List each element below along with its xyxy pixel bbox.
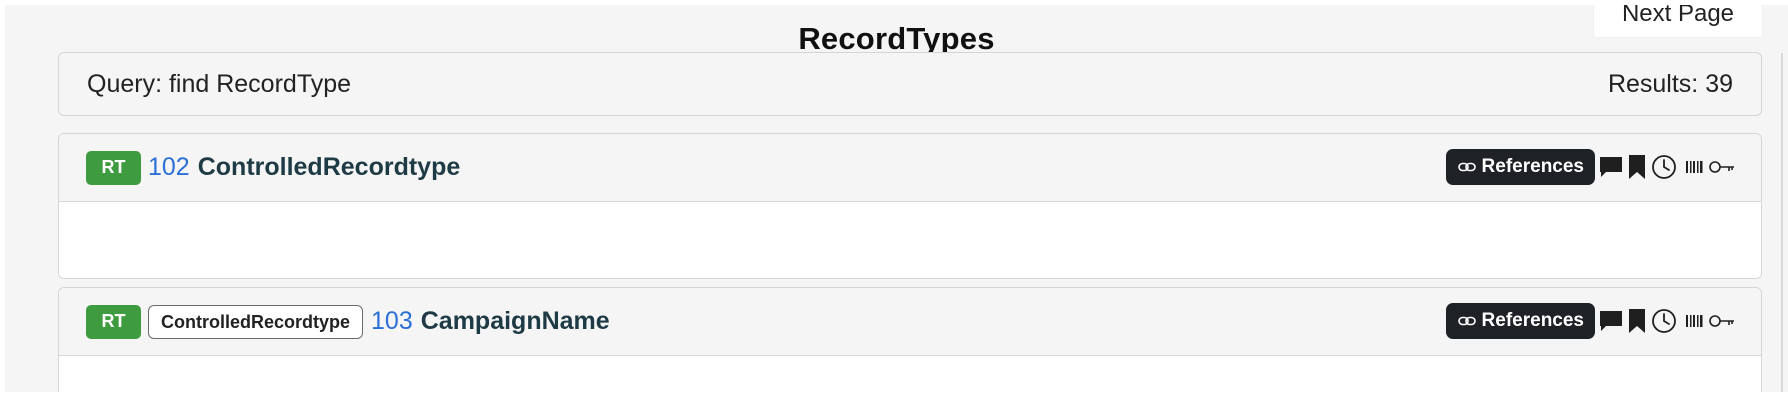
key-icon[interactable] [1709,314,1735,328]
bookmark-icon[interactable] [1627,308,1647,334]
query-text: Query: find RecordType [87,69,352,98]
record-header: RT ControlledRecordtype 103 CampaignName… [59,288,1761,356]
key-icon[interactable] [1709,160,1735,174]
record-body [59,202,1761,278]
parent-recordtype-chip[interactable]: ControlledRecordtype [148,304,364,339]
record-actions: References [1445,303,1735,339]
results-count: Results: 39 [1607,69,1733,98]
references-label: References [1481,156,1584,177]
history-icon[interactable] [1651,308,1677,334]
record-name-link[interactable]: ControlledRecordtype [198,153,461,182]
scrollbar-track[interactable] [1781,53,1783,392]
comment-icon[interactable] [1599,155,1623,179]
next-page-button[interactable]: Next Page [1593,5,1763,38]
record-card: RT 102 ControlledRecordtype References [58,133,1762,279]
record-id-link[interactable]: 103 [371,307,413,336]
bookmark-icon[interactable] [1627,154,1647,180]
record-card: RT ControlledRecordtype 103 CampaignName… [58,287,1762,392]
record-id-link[interactable]: 102 [148,153,190,182]
record-name-link[interactable]: CampaignName [421,307,610,336]
record-type-badge: RT [86,304,141,339]
references-button[interactable]: References [1445,149,1595,185]
record-type-badge: RT [86,150,141,185]
link-icon [1457,315,1476,327]
barcode-icon[interactable] [1685,314,1705,328]
references-label: References [1481,310,1584,331]
barcode-icon[interactable] [1685,160,1705,174]
history-icon[interactable] [1651,154,1677,180]
results-page: RecordTypes Next Page Query: find Record… [5,5,1788,392]
query-bar: Query: find RecordType Results: 39 [58,52,1762,116]
comment-icon[interactable] [1599,309,1623,333]
link-icon [1457,161,1476,173]
record-body [59,356,1761,392]
record-actions: References [1445,149,1735,185]
record-header: RT 102 ControlledRecordtype References [59,134,1761,202]
references-button[interactable]: References [1445,303,1595,339]
